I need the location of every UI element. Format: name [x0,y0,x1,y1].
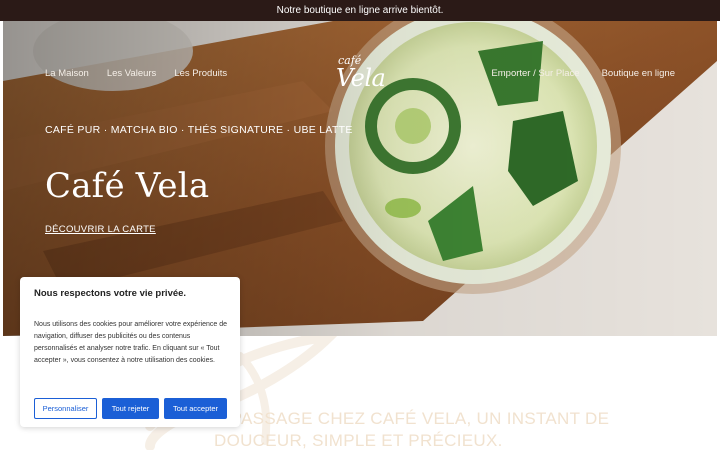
main-nav-right: Emporter / Sur Place Boutique en ligne [491,68,675,79]
nav-boutique-en-ligne[interactable]: Boutique en ligne [602,68,675,79]
customize-cookies-button[interactable]: Personnaliser [34,398,97,419]
logo-word: Vela [336,64,386,92]
intro-line-2: DOUCEUR, SIMPLE ET PRÉCIEUX. [214,431,503,450]
cookie-title: Nous respectons votre vie privée. [34,288,187,299]
nav-emporter-sur-place[interactable]: Emporter / Sur Place [491,68,579,79]
nav-les-valeurs[interactable]: Les Valeurs [107,68,156,79]
reject-all-button[interactable]: Tout rejeter [102,398,159,419]
cafe-vela-logo[interactable]: café Vela [336,54,392,94]
discover-menu-link[interactable]: DÉCOUVRIR LA CARTE [45,224,156,235]
announcement-text: Notre boutique en ligne arrive bientôt. [276,5,444,16]
cookie-buttons: Personnaliser Tout rejeter Tout accepter [34,398,227,419]
cookie-body: Nous utilisons des cookies pour améliore… [34,321,227,364]
intro-quote: E PASSAGE CHEZ CAFÉ VELA, UN INSTANT DE … [214,408,674,450]
nav-les-produits[interactable]: Les Produits [174,68,227,79]
nav-la-maison[interactable]: La Maison [45,68,89,79]
cookie-consent-banner: Nous respectons votre vie privée. Nous u… [20,277,240,427]
main-nav-left: La Maison Les Valeurs Les Produits [45,68,227,79]
intro-line-1: E PASSAGE CHEZ CAFÉ VELA, UN INSTANT DE [214,409,610,428]
hero-tagline: CAFÉ PUR · MATCHA BIO · THÉS SIGNATURE ·… [45,124,353,136]
announcement-bar: Notre boutique en ligne arrive bientôt. [0,0,720,21]
accept-all-button[interactable]: Tout accepter [164,398,227,419]
hero-title: Café Vela [45,166,210,206]
